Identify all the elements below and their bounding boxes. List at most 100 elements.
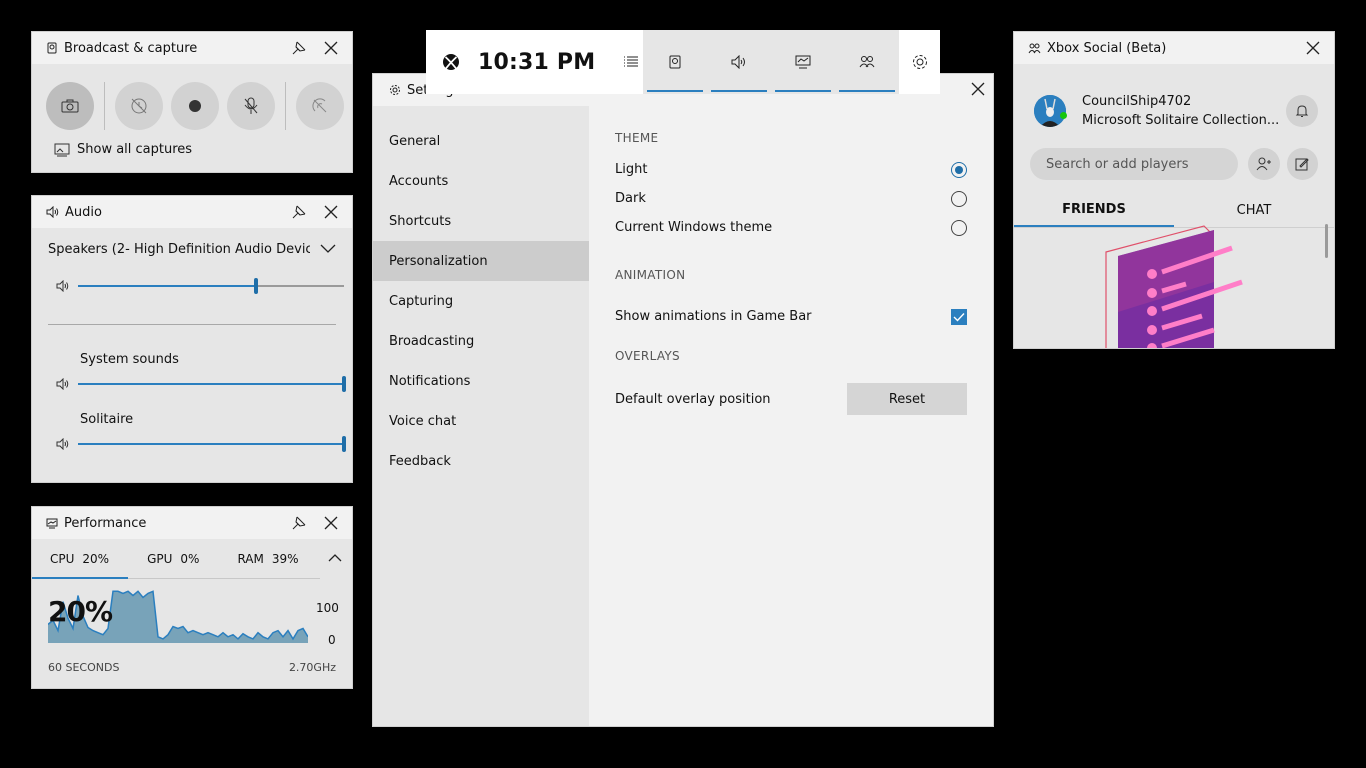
overlay-position-label: Default overlay position <box>615 391 771 407</box>
speaker-icon <box>731 55 745 69</box>
nav-item-shortcuts[interactable]: Shortcuts <box>373 201 589 241</box>
animation-label: Show animations in Game Bar <box>615 309 812 324</box>
broadcast-capture-widget: Broadcast & capture Show all captures <box>31 31 353 173</box>
friends-icon <box>859 56 875 68</box>
screenshot-button[interactable] <box>46 82 94 130</box>
master-volume-slider[interactable] <box>56 276 344 296</box>
solitaire-volume-fill <box>78 443 344 445</box>
performance-icon <box>795 55 811 69</box>
camera-icon <box>61 99 79 113</box>
show-all-captures-link[interactable]: Show all captures <box>32 130 352 157</box>
output-device-label: Speakers (2- High Definition Audio Devic… <box>48 241 310 257</box>
capture-icon <box>669 55 681 69</box>
tab-cpu-underline <box>32 577 128 579</box>
broadcast-title: Broadcast & capture <box>64 40 198 56</box>
search-input[interactable] <box>1030 148 1239 180</box>
microphone-button[interactable] <box>227 82 275 130</box>
settings-content: THEME Light Dark Current Windows theme A… <box>615 106 967 415</box>
volume-icon <box>56 280 70 292</box>
performance-tabs: CPU 20% GPU 0% RAM 39% <box>32 539 352 579</box>
capture-buttons <box>32 64 352 130</box>
theme-section-title: THEME <box>615 131 659 145</box>
widget-menu-icon[interactable] <box>623 56 639 68</box>
system-sounds-volume-slider[interactable] <box>56 374 346 394</box>
close-icon[interactable] <box>320 512 342 534</box>
system-sounds-volume-thumb[interactable] <box>342 376 346 392</box>
start-recording-button[interactable] <box>171 82 219 130</box>
game-bar-widgets <box>643 30 899 94</box>
online-indicator <box>1060 112 1067 119</box>
tab-gpu[interactable]: GPU 0% <box>147 552 199 566</box>
tab-divider <box>128 578 320 579</box>
theme-option-dark[interactable]: Dark <box>615 184 967 213</box>
tab-cpu-value: 20% <box>82 552 110 566</box>
tab-ram[interactable]: RAM 39% <box>237 552 298 566</box>
overlays-section-title: OVERLAYS <box>615 349 680 363</box>
collapse-chevron-up-icon[interactable] <box>328 553 342 562</box>
nav-item-broadcasting[interactable]: Broadcasting <box>373 321 589 361</box>
settings-nav: General Accounts Shortcuts Personalizati… <box>373 106 589 726</box>
theme-windows-radio[interactable] <box>951 219 967 236</box>
divider <box>48 324 336 325</box>
performance-icon <box>46 518 58 529</box>
compose-message-button[interactable] <box>1286 148 1319 180</box>
friends-icon <box>1028 43 1041 54</box>
capture-widget-button[interactable] <box>643 30 707 94</box>
volume-icon <box>56 438 70 450</box>
performance-widget-button[interactable] <box>771 30 835 94</box>
settings-window: Settings General Accounts Shortcuts Pers… <box>372 73 994 727</box>
xbox-logo-icon[interactable] <box>442 53 460 71</box>
avatar[interactable] <box>1034 95 1066 127</box>
theme-light-radio[interactable] <box>951 161 967 178</box>
game-bar: 10:31 PM <box>426 30 940 94</box>
scrollbar-thumb[interactable] <box>1325 224 1328 258</box>
nav-item-voice-chat[interactable]: Voice chat <box>373 401 589 441</box>
system-sounds-volume-track[interactable] <box>78 376 346 392</box>
pin-icon[interactable] <box>288 512 310 534</box>
cpu-big-value: 20% <box>48 595 113 628</box>
nav-item-capturing[interactable]: Capturing <box>373 281 589 321</box>
close-icon[interactable] <box>971 82 985 96</box>
friends-list-illustration <box>1105 225 1243 348</box>
show-all-captures-label: Show all captures <box>77 142 193 157</box>
solitaire-volume-track[interactable] <box>78 436 346 452</box>
close-icon[interactable] <box>320 201 342 223</box>
broadcast-header: Broadcast & capture <box>32 32 352 64</box>
theme-dark-radio[interactable] <box>951 190 967 207</box>
nav-item-notifications[interactable]: Notifications <box>373 361 589 401</box>
record-last-button[interactable] <box>115 82 163 130</box>
tab-gpu-label: GPU <box>147 552 173 566</box>
theme-option-windows[interactable]: Current Windows theme <box>615 213 967 242</box>
add-friend-button[interactable] <box>1248 148 1280 180</box>
close-icon[interactable] <box>1302 37 1324 59</box>
solitaire-volume-thumb[interactable] <box>342 436 346 452</box>
nav-item-accounts[interactable]: Accounts <box>373 161 589 201</box>
animation-option[interactable]: Show animations in Game Bar <box>615 302 967 331</box>
nav-item-feedback[interactable]: Feedback <box>373 441 589 481</box>
clock: 10:31 PM <box>478 49 596 75</box>
animation-checkbox[interactable] <box>951 308 967 325</box>
nav-item-general[interactable]: General <box>373 121 589 161</box>
master-volume-track[interactable] <box>78 278 344 294</box>
audio-header: Audio <box>32 196 352 228</box>
audio-widget-button[interactable] <box>707 30 771 94</box>
tab-cpu[interactable]: CPU 20% <box>50 552 109 566</box>
system-sounds-volume-fill <box>78 383 344 385</box>
master-volume-thumb[interactable] <box>254 278 259 294</box>
chevron-down-icon <box>320 244 336 254</box>
pin-icon[interactable] <box>288 37 310 59</box>
solitaire-volume-slider[interactable] <box>56 434 346 454</box>
duration-label: 60 SECONDS <box>48 661 120 674</box>
nav-item-personalization[interactable]: Personalization <box>373 241 589 281</box>
pin-icon[interactable] <box>288 201 310 223</box>
broadcast-button[interactable] <box>296 82 344 130</box>
reset-button[interactable]: Reset <box>847 383 967 415</box>
close-icon[interactable] <box>320 37 342 59</box>
social-widget-button[interactable] <box>835 30 899 94</box>
notifications-button[interactable] <box>1286 95 1318 127</box>
output-device-select[interactable]: Speakers (2- High Definition Audio Devic… <box>32 228 352 260</box>
record-icon <box>189 100 201 112</box>
settings-button[interactable] <box>899 30 940 94</box>
gamertag: CouncilShip4702 <box>1082 94 1192 109</box>
theme-option-light[interactable]: Light <box>615 155 967 184</box>
